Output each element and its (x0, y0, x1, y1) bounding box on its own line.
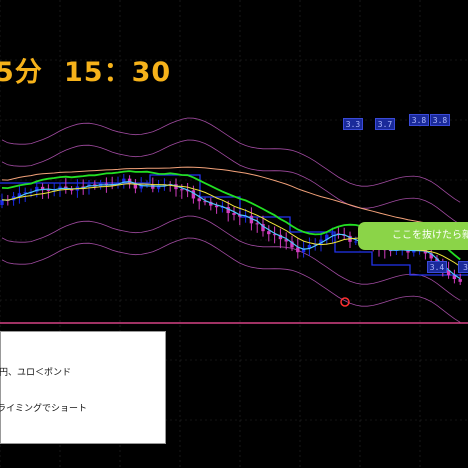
candle-body (296, 247, 300, 253)
candle-body (330, 233, 335, 235)
candle-body (180, 189, 184, 191)
candle-body (255, 223, 259, 225)
level-badge: 3.3 (343, 118, 363, 130)
note-line: 円、ユロ＜ポンド (0, 368, 72, 378)
note-box: 円、ユロ＜ポンド ライミングでショート (0, 331, 166, 444)
time-label: 15：30 (64, 57, 172, 88)
level-badge: 3. (458, 261, 468, 273)
timeframe-label: 5分 (0, 57, 43, 88)
band-line (1, 139, 461, 225)
level-badge: 3.8 (409, 114, 429, 126)
bollinger-bands (1, 117, 461, 323)
candle-body (354, 241, 358, 243)
breakout-callout: ここを抜けたら新 (358, 222, 468, 250)
candle-body (197, 198, 201, 202)
level-badge: 3.8 (430, 114, 450, 126)
candle-body (458, 279, 462, 282)
level-badge: 3.4 (427, 261, 447, 273)
candle-body (46, 190, 51, 192)
candle-body (267, 231, 271, 235)
level-badge: 3.7 (375, 118, 395, 130)
note-line: ライミングでショート (0, 404, 88, 414)
candle-body (232, 213, 236, 215)
candle-body (0, 199, 4, 205)
